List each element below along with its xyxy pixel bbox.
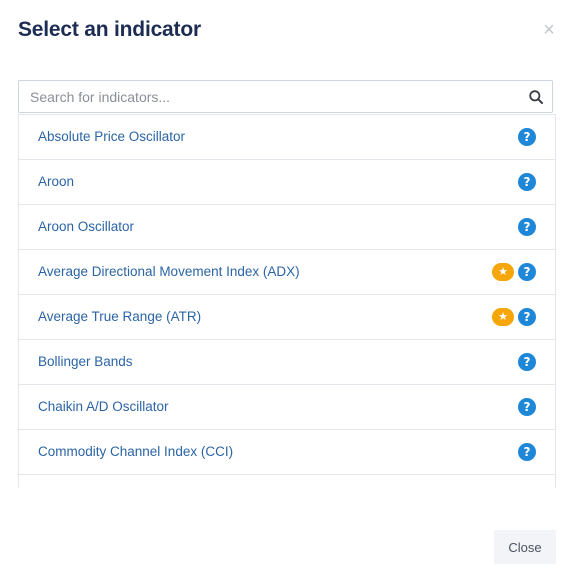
- list-item[interactable]: Absolute Price Oscillator?: [19, 114, 555, 159]
- list-item[interactable]: Aroon?: [19, 159, 555, 204]
- item-icons: ?: [518, 443, 536, 461]
- star-icon: ★: [492, 263, 514, 281]
- list-bottom-fade: [18, 488, 556, 498]
- indicator-list: Absolute Price Oscillator? Aroon? Aroon Os…: [18, 114, 556, 495]
- star-icon: ★: [492, 308, 514, 326]
- help-icon[interactable]: ?: [518, 443, 536, 461]
- indicator-label: Commodity Channel Index (CCI): [38, 444, 234, 459]
- help-icon[interactable]: ?: [518, 353, 536, 371]
- list-item[interactable]: Average Directional Movement Index (ADX)…: [19, 249, 555, 294]
- help-icon[interactable]: ?: [518, 308, 536, 326]
- help-icon[interactable]: ?: [518, 173, 536, 191]
- list-item[interactable]: Commodity Channel Index (CCI)?: [19, 429, 555, 474]
- indicator-label: Average True Range (ATR): [38, 309, 202, 324]
- indicator-label: Absolute Price Oscillator: [38, 129, 186, 144]
- list-item[interactable]: Chaikin A/D Oscillator?: [19, 384, 555, 429]
- list-item[interactable]: Aroon Oscillator?: [19, 204, 555, 249]
- indicator-label: Average Directional Movement Index (ADX): [38, 264, 300, 279]
- indicator-label: Bollinger Bands: [38, 354, 133, 369]
- item-icons: ?: [518, 398, 536, 416]
- help-icon[interactable]: ?: [518, 263, 536, 281]
- item-icons: ?: [518, 353, 536, 371]
- close-button[interactable]: Close: [494, 530, 556, 564]
- item-icons: ★?: [492, 308, 536, 326]
- search-box: [18, 80, 553, 113]
- list-item[interactable]: Bollinger Bands?: [19, 339, 555, 384]
- dialog-title: Select an indicator: [18, 18, 201, 41]
- search-icon[interactable]: [529, 90, 543, 104]
- help-icon[interactable]: ?: [518, 398, 536, 416]
- indicator-label: Aroon: [38, 174, 75, 189]
- list-item[interactable]: Average True Range (ATR) ★?: [19, 294, 555, 339]
- select-indicator-dialog: Select an indicator × Absolute Price Osc…: [0, 0, 573, 577]
- help-icon[interactable]: ?: [518, 128, 536, 146]
- indicator-label: Aroon Oscillator: [38, 219, 135, 234]
- item-icons: ?: [518, 128, 536, 146]
- help-icon[interactable]: ?: [518, 218, 536, 236]
- close-icon[interactable]: ×: [542, 20, 556, 40]
- item-icons: ?: [518, 218, 536, 236]
- item-icons: ★?: [492, 263, 536, 281]
- indicator-label: Chaikin A/D Oscillator: [38, 399, 169, 414]
- search-input[interactable]: [19, 81, 519, 112]
- item-icons: ?: [518, 173, 536, 191]
